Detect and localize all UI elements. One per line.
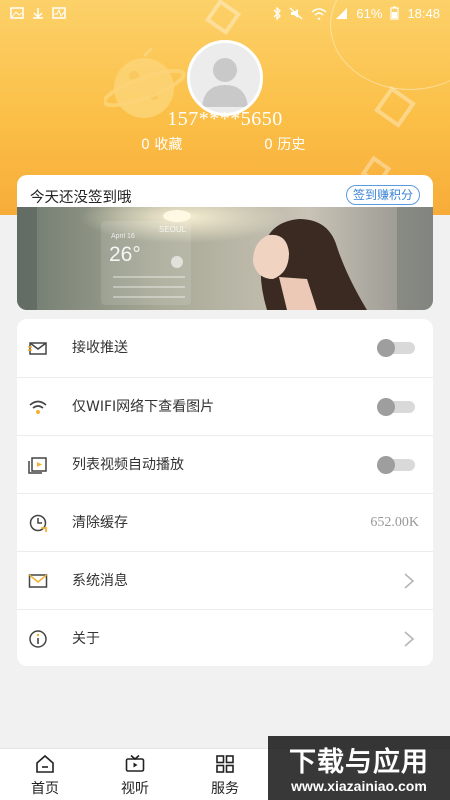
pulse-icon [52, 7, 66, 19]
settings-label-clear-cache: 清除缓存 [72, 515, 128, 531]
wifi-icon [29, 400, 47, 414]
battery-icon [390, 6, 400, 20]
banner-image [17, 207, 433, 310]
promo-banner[interactable]: April 16 SEOUL 26° [17, 207, 433, 310]
default-avatar-icon [202, 58, 248, 107]
battery-percent: 61% [356, 5, 383, 21]
info-icon [29, 630, 47, 648]
settings-row-autoplay[interactable]: 列表视频自动播放 [17, 435, 433, 493]
signin-card: 今天还没签到哦 签到赚积分 April 16 SEOUL 26° [17, 175, 433, 310]
video-play-icon [28, 457, 47, 474]
weather-date: April 16 [111, 233, 135, 240]
nav-item-watch[interactable]: 视听 [105, 749, 165, 800]
autoplay-toggle[interactable] [377, 456, 415, 474]
signin-button[interactable]: 签到赚积分 [345, 185, 420, 205]
home-icon [36, 754, 54, 773]
mail-icon [28, 574, 48, 588]
nav-label-watch: 视听 [121, 781, 149, 797]
settings-row-system-messages[interactable]: 系统消息 [17, 551, 433, 609]
settings-label-autoplay: 列表视频自动播放 [72, 457, 184, 473]
envelope-push-icon [28, 342, 47, 355]
toggle-knob [377, 456, 395, 474]
mute-icon [289, 7, 303, 19]
watermark-logo: 下载与应用 www.xiazainiao.com [268, 736, 450, 800]
gallery-icon [10, 7, 24, 19]
bluetooth-icon [273, 6, 282, 20]
avatar[interactable] [187, 40, 263, 116]
settings-row-about[interactable]: 关于 [17, 609, 433, 667]
tv-icon [125, 754, 145, 772]
cell-signal-icon [336, 7, 348, 19]
toggle-knob [377, 398, 395, 416]
grid-icon [216, 755, 234, 773]
watermark-url: www.xiazainiao.com [291, 778, 427, 794]
settings-list: 接收推送 仅WIFI网络下查看图片 列表视频自动播放 清除缓存 652.00K [17, 319, 433, 666]
download-icon [33, 8, 43, 19]
nav-item-service[interactable]: 服务 [195, 749, 255, 800]
nav-label-home: 首页 [31, 781, 59, 797]
history-count[interactable]: 0 历史 [264, 134, 305, 154]
settings-row-clear-cache[interactable]: 清除缓存 652.00K [17, 493, 433, 551]
profile-stats: 0 收藏 0 历史 [0, 134, 450, 154]
settings-label-system-messages: 系统消息 [72, 573, 128, 589]
push-toggle[interactable] [377, 339, 415, 357]
clock-clear-icon [29, 514, 47, 532]
favorites-count[interactable]: 0 收藏 [141, 134, 182, 154]
toggle-knob [377, 339, 395, 357]
user-phone: 157****5650 [167, 108, 283, 130]
wifi-signal-icon [311, 7, 327, 20]
weather-temperature: 26° [109, 243, 141, 266]
wifi-images-toggle[interactable] [377, 398, 415, 416]
chevron-right-icon [404, 573, 415, 589]
status-bar: 61% 18:48 [0, 0, 450, 26]
watermark-title: 下载与应用 [289, 747, 429, 778]
settings-row-push[interactable]: 接收推送 [17, 319, 433, 377]
nav-label-service: 服务 [211, 781, 239, 797]
cache-size: 652.00K [370, 515, 419, 530]
settings-label-about: 关于 [72, 631, 100, 647]
chevron-right-icon [404, 631, 415, 647]
weather-city: SEOUL [159, 225, 187, 234]
signin-title: 今天还没签到哦 [30, 190, 132, 206]
clock-time: 18:48 [407, 5, 440, 21]
nav-item-home[interactable]: 首页 [15, 749, 75, 800]
settings-label-wifi-images: 仅WIFI网络下查看图片 [72, 399, 215, 415]
settings-label-push: 接收推送 [72, 340, 128, 356]
settings-row-wifi-images[interactable]: 仅WIFI网络下查看图片 [17, 377, 433, 435]
